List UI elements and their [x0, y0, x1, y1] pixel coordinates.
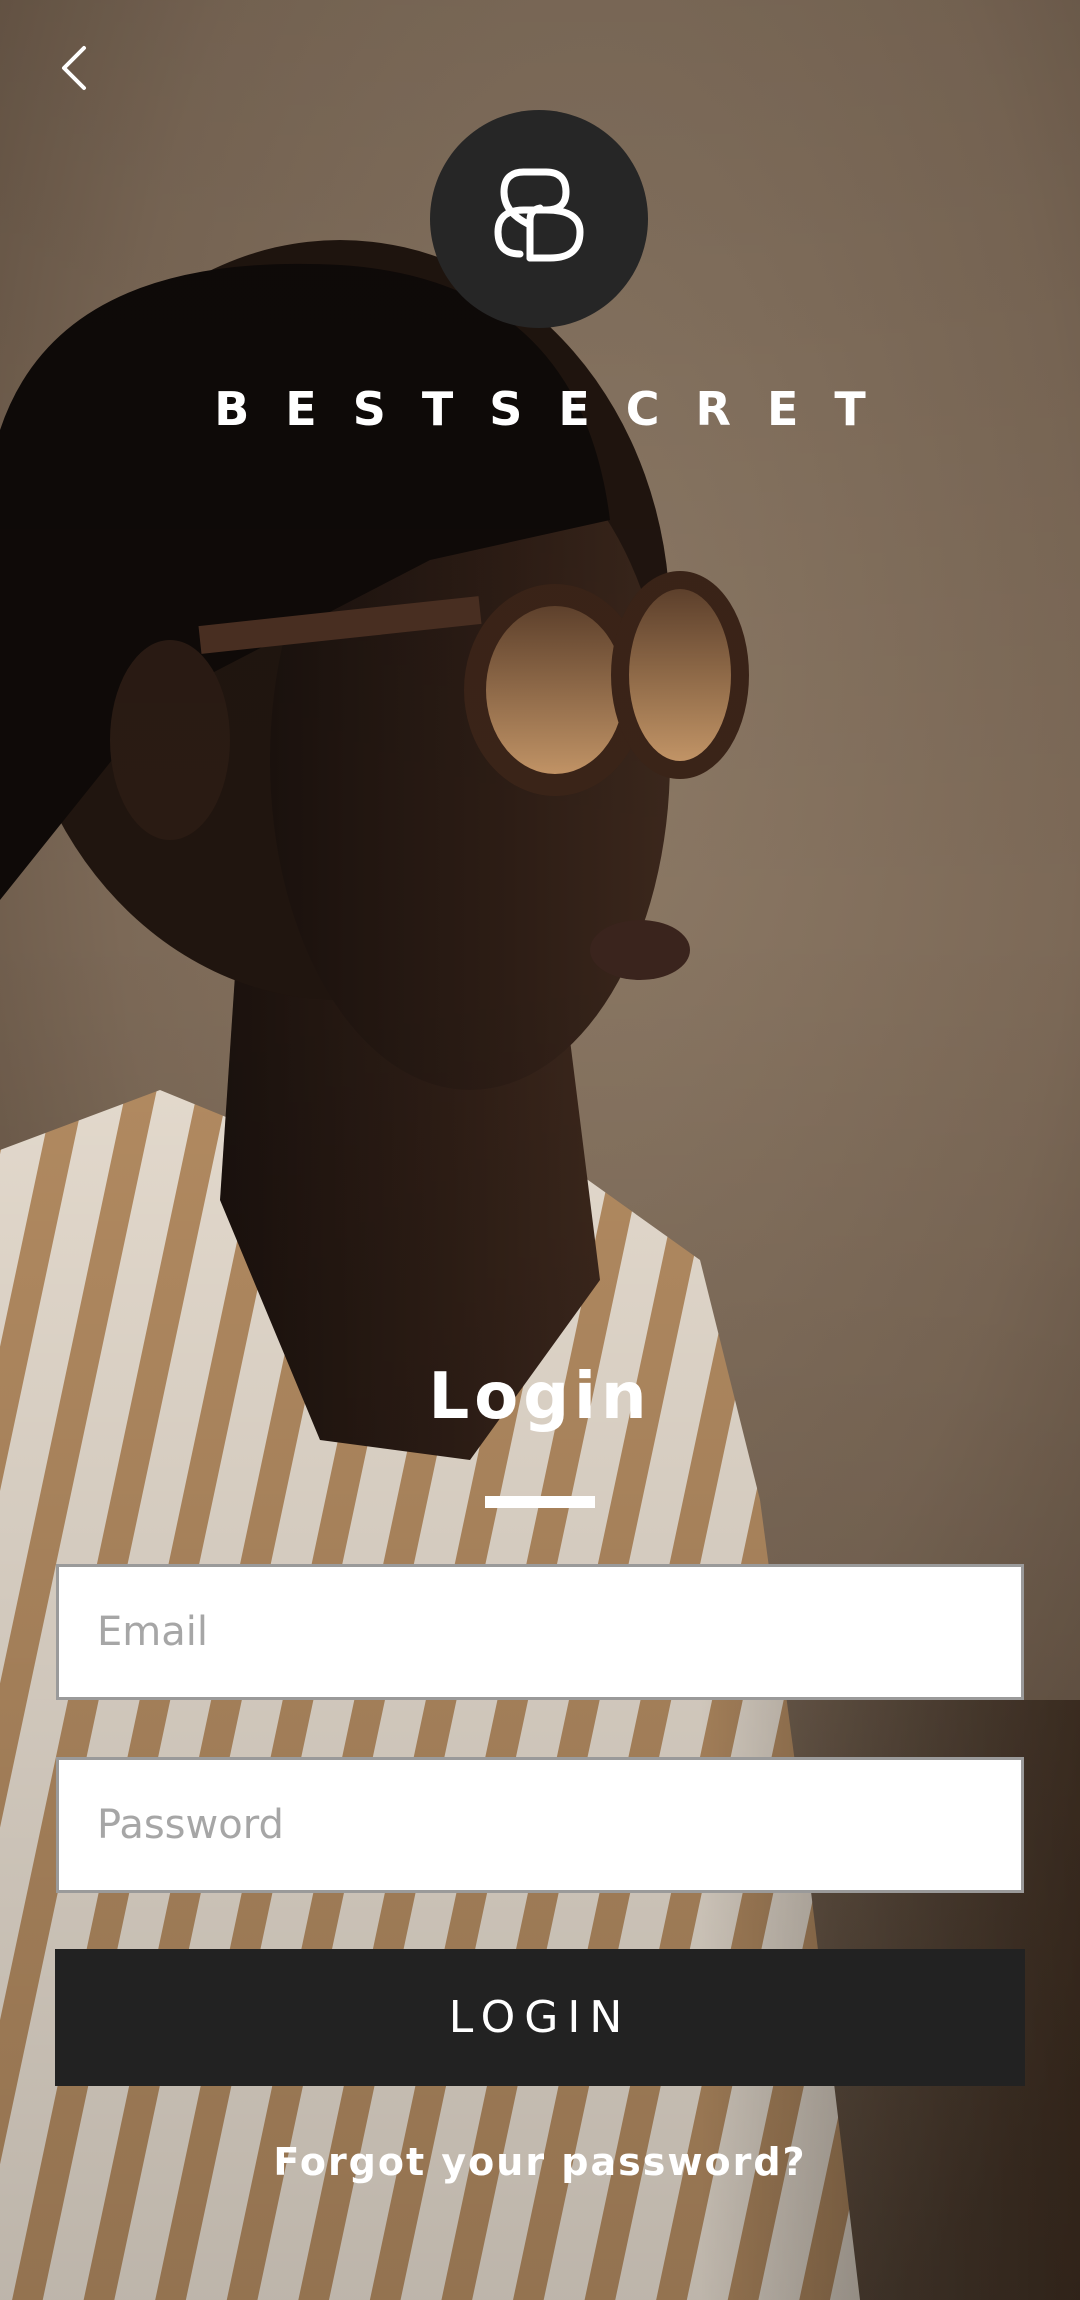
- login-title: Login: [428, 1360, 652, 1434]
- login-button-label: LOGIN: [448, 1992, 632, 2043]
- title-underline: [485, 1496, 595, 1508]
- brand-name: BESTSECRET: [214, 382, 902, 436]
- email-field-container: [56, 1564, 1024, 1700]
- email-field[interactable]: [59, 1567, 1021, 1697]
- login-screen: BESTSECRET Login LOGIN Forgot your passw…: [0, 0, 1080, 2300]
- chevron-left-icon: [58, 44, 90, 97]
- login-button[interactable]: LOGIN: [55, 1949, 1025, 2086]
- brand-logo: [430, 110, 648, 328]
- password-field-container: [56, 1757, 1024, 1893]
- forgot-password-link[interactable]: Forgot your password?: [0, 2140, 1080, 2184]
- password-field[interactable]: [59, 1760, 1021, 1890]
- back-button[interactable]: [44, 40, 104, 100]
- bestsecret-monogram-icon: [484, 162, 594, 277]
